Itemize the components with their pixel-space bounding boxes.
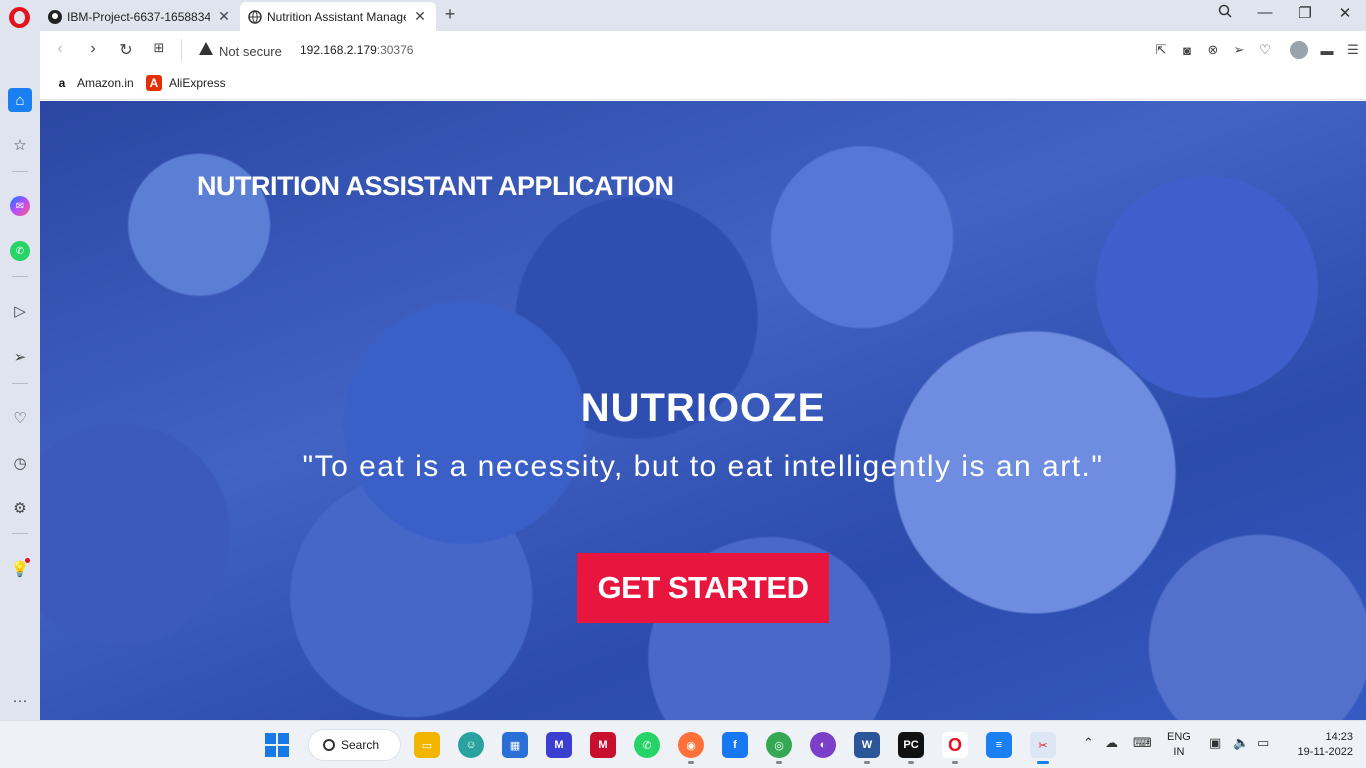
tab-title: IBM-Project-6637-1658834 [67, 9, 210, 24]
camera-icon[interactable]: ◙ [1174, 43, 1200, 58]
heart-icon[interactable]: ♡ [8, 406, 32, 430]
file-explorer-icon[interactable]: ▭ [414, 732, 440, 758]
star-icon[interactable]: ☆ [8, 133, 32, 157]
close-icon[interactable]: ✕ [412, 8, 428, 25]
language-indicator[interactable]: ENG IN [1167, 730, 1191, 760]
history-icon[interactable]: ◷ [8, 451, 32, 475]
brand-heading: NUTRIOOZE [580, 386, 826, 430]
sidebar-divider [12, 171, 28, 172]
chrome-icon[interactable]: ◎ [766, 732, 792, 764]
url-field[interactable]: 192.168.2.179:30376 [300, 43, 413, 57]
sidebar-divider [12, 533, 28, 534]
taskbar-search[interactable]: Search [308, 729, 401, 761]
pycharm-icon[interactable]: PC [898, 732, 924, 764]
tab-title: Nutrition Assistant Manage [267, 9, 406, 24]
sidebar: ⌂ ☆ ✉ ✆ ▷ ➢ ♡ ◷ ⚙ 💡 ··· [0, 31, 40, 720]
get-started-button[interactable]: GET STARTED [577, 553, 829, 623]
toolbar-divider [181, 39, 182, 61]
github-icon [48, 9, 62, 24]
new-tab-button[interactable]: + [441, 4, 459, 25]
search-icon [323, 739, 335, 751]
warning-icon[interactable] [199, 42, 213, 55]
security-status[interactable]: Not secure [219, 44, 282, 59]
sidebar-divider [12, 383, 28, 384]
adblock-icon[interactable]: ⊗ [1200, 42, 1226, 58]
close-window-button[interactable]: ✕ [1333, 4, 1357, 22]
more-icon[interactable]: ··· [8, 688, 32, 712]
search-tabs-icon[interactable] [1213, 4, 1237, 22]
tool-icon[interactable]: M [546, 732, 572, 758]
back-button[interactable]: ‹ [50, 40, 70, 58]
close-icon[interactable]: ✕ [216, 8, 232, 25]
aliexpress-icon: A [146, 75, 162, 91]
hero-section: NUTRITION ASSISTANT APPLICATION NUTRIOOZ… [40, 101, 1366, 720]
language-top: ENG [1167, 731, 1191, 743]
clock-date: 19-11-2022 [1297, 746, 1353, 758]
bookmark-aliexpress[interactable]: A AliExpress [146, 75, 226, 91]
forward-button[interactable]: › [83, 40, 103, 58]
amazon-icon: a [58, 76, 66, 90]
hero-quote: "To eat is a necessity, but to eat intel… [302, 450, 1104, 483]
easy-setup-icon[interactable]: ☰ [1340, 42, 1366, 58]
language-bottom: IN [1173, 746, 1185, 758]
minimize-button[interactable]: — [1253, 4, 1277, 21]
store-icon[interactable]: ▦ [502, 732, 528, 758]
github-desktop-icon[interactable]: ◐ [810, 732, 836, 758]
messenger-icon[interactable]: ✉ [8, 194, 32, 218]
chevron-up-icon[interactable]: ⌃ [1083, 735, 1094, 751]
onedrive-icon[interactable]: ☁ [1105, 735, 1118, 751]
sidebar-divider [12, 276, 28, 277]
clock-time: 14:23 [1325, 731, 1353, 743]
opera-icon[interactable]: O [942, 732, 968, 764]
search-label: Search [341, 738, 380, 752]
notepad-icon[interactable]: ≡ [986, 732, 1012, 758]
settings-icon[interactable]: ⚙ [8, 496, 32, 520]
toolbar-right: ⇱ ◙ ⊗ ➢ ♡ ▬ ☰ [1148, 31, 1366, 69]
tab-nutrition-assistant[interactable]: Nutrition Assistant Manage ✕ [240, 2, 436, 31]
player-icon[interactable]: ▷ [8, 299, 32, 323]
whatsapp-icon[interactable]: ✆ [8, 239, 32, 263]
windows-start-icon[interactable] [265, 733, 289, 757]
bookmark-amazon[interactable]: a Amazon.in [54, 75, 134, 91]
url-host: 192.168.2.179 [300, 43, 377, 57]
clock[interactable]: 14:23 19-11-2022 [1283, 730, 1353, 760]
heart-icon[interactable]: ♡ [1252, 42, 1278, 58]
battery-icon[interactable]: ▭ [1257, 735, 1269, 751]
opera-menu-icon[interactable] [9, 7, 30, 28]
taskbar: Search ▭ ☺ ▦ M M ✆ ◉ f ◎ ◐ W PC O ≡ ✂ ⌃ … [0, 720, 1366, 768]
facebook-icon[interactable]: f [722, 732, 748, 758]
firefox-icon[interactable]: ◉ [678, 732, 704, 764]
tab-strip: IBM-Project-6637-1658834 ✕ Nutrition Ass… [0, 0, 1366, 31]
reload-button[interactable]: ↻ [116, 40, 136, 60]
share-icon[interactable]: ⇱ [1148, 42, 1174, 58]
url-port: :30376 [376, 43, 414, 57]
snipping-tool-icon[interactable]: ✂ [1030, 732, 1056, 764]
keyboard-icon[interactable]: ⌨ [1133, 735, 1152, 751]
network-icon[interactable]: ▣ [1209, 735, 1221, 751]
send-icon[interactable]: ➢ [1226, 42, 1252, 58]
site-title[interactable]: NUTRITION ASSISTANT APPLICATION [197, 171, 674, 202]
profile-icon[interactable] [1290, 41, 1308, 59]
bookmark-label: AliExpress [169, 76, 226, 90]
battery-icon[interactable]: ▬ [1314, 43, 1340, 58]
globe-icon [248, 9, 262, 24]
volume-icon[interactable]: 🔈 [1233, 735, 1249, 751]
address-bar: ‹ › ↻ ⊞ Not secure 192.168.2.179:30376 ⇱… [40, 31, 1366, 69]
word-icon[interactable]: W [854, 732, 880, 764]
tab-overview-icon[interactable]: ⊞ [149, 40, 169, 56]
lightbulb-icon[interactable]: 💡 [8, 557, 32, 581]
bookmarks-bar: a Amazon.in A AliExpress [40, 69, 1366, 100]
bookmark-label: Amazon.in [77, 76, 134, 90]
home-icon[interactable]: ⌂ [8, 88, 32, 112]
send-icon[interactable]: ➢ [8, 345, 32, 369]
people-icon[interactable]: ☺ [458, 732, 484, 758]
mcafee-icon[interactable]: M [590, 732, 616, 758]
maximize-button[interactable]: ❐ [1293, 4, 1317, 22]
whatsapp-icon[interactable]: ✆ [634, 732, 660, 758]
tab-github[interactable]: IBM-Project-6637-1658834 ✕ [40, 2, 240, 31]
